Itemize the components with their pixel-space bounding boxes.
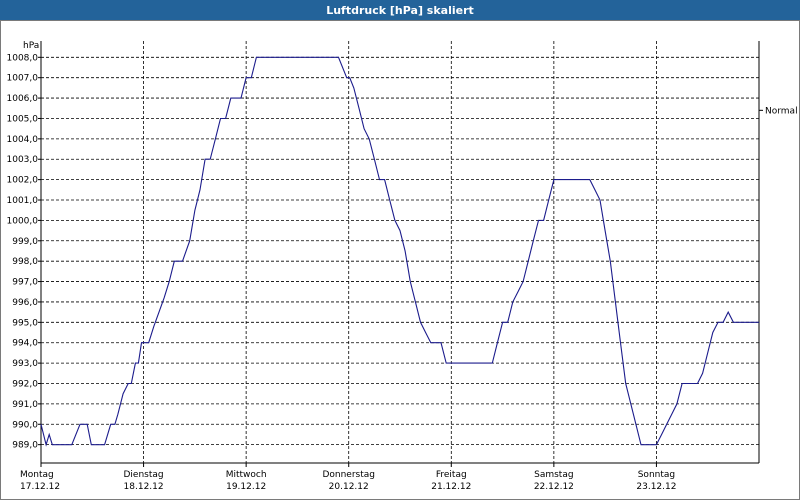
y-tick-label: 991,0 [12, 400, 38, 410]
pressure-series-line [40, 56, 759, 447]
y-tick-label: 1000,0 [7, 216, 39, 226]
x-tick-day-label: Samstag [534, 470, 573, 480]
chart-title-bar: Luftdruck [hPa] skaliert [0, 0, 800, 20]
y-tick-label: 993,0 [12, 359, 38, 369]
axis-layer [38, 41, 763, 467]
y-tick-label: 998,0 [12, 257, 38, 267]
y-tick-label: 997,0 [12, 278, 38, 288]
y-tick-label: 989,0 [12, 441, 38, 451]
y-tick-label: 994,0 [12, 339, 38, 349]
x-tick-date-label: 19.12.12 [226, 482, 266, 492]
x-tick-date-label: 23.12.12 [636, 482, 676, 492]
y-tick-label: 1001,0 [7, 196, 39, 206]
y-tick-label: 1008,0 [7, 53, 39, 63]
x-tick-day-label: Sonntag [638, 470, 675, 480]
y-tick-label: 1002,0 [7, 176, 39, 186]
y-tick-label: 990,0 [12, 420, 38, 430]
x-tick-day-label: Dienstag [124, 470, 164, 480]
pressure-chart: 989,0 990,0 991,0 992,0 993,0 994,0 995,0 996,0… [7, 41, 798, 492]
line-layer [40, 56, 759, 447]
y-tick-label: 1005,0 [7, 114, 39, 124]
grid-layer [41, 41, 759, 463]
y-tick-label: 995,0 [12, 318, 38, 328]
y-tick-label: 1003,0 [7, 155, 39, 165]
x-tick-date-label: 20.12.12 [329, 482, 369, 492]
y-tick-label: 1007,0 [7, 74, 39, 84]
x-tick-day-label: Montag [20, 470, 54, 480]
chart-frame: 989,0 990,0 991,0 992,0 993,0 994,0 995,0 996,0… [0, 20, 800, 500]
y-tick-label: 1004,0 [7, 135, 39, 145]
x-tick-date-label: 21.12.12 [431, 482, 471, 492]
y-tick-label: 996,0 [12, 298, 38, 308]
chart-title: Luftdruck [hPa] skaliert [326, 3, 474, 17]
x-tick-date-label: 22.12.12 [534, 482, 574, 492]
x-tick-date-label: 18.12.12 [124, 482, 164, 492]
x-tick-day-label: Mittwoch [226, 470, 267, 480]
y-tick-label: 992,0 [12, 379, 38, 389]
x-tick-date-label: 17.12.12 [20, 482, 60, 492]
y-tick-label: 999,0 [12, 237, 38, 247]
x-tick-day-label: Freitag [436, 470, 467, 480]
reference-label: Normal [765, 106, 798, 116]
y-axis-label: hPa [23, 41, 39, 51]
y-tick-label: 1006,0 [7, 94, 39, 104]
x-tick-day-label: Donnerstag [322, 470, 375, 480]
